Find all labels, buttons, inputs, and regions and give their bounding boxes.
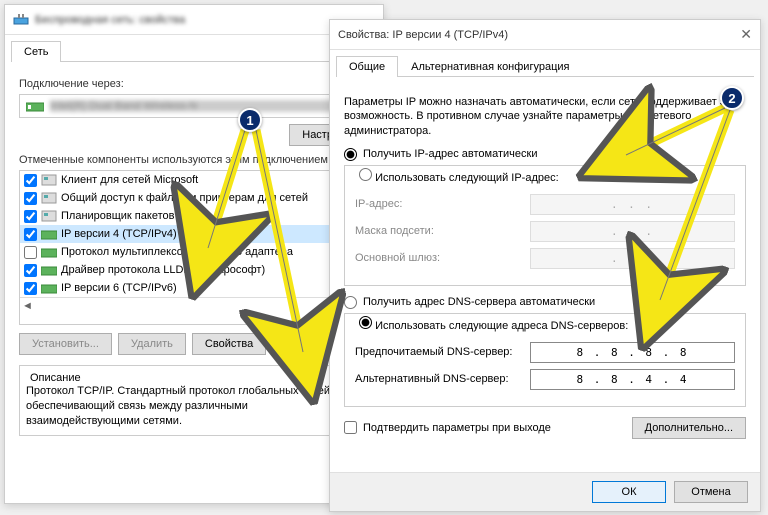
- description-box: Описание Протокол TCP/IP. Стандартный пр…: [19, 365, 369, 436]
- list-item[interactable]: Протокол мультиплексора сетевого адаптер…: [20, 243, 368, 261]
- preferred-dns-label: Предпочитаемый DNS-сервер:: [355, 346, 530, 358]
- gateway-label: Основной шлюз:: [355, 252, 530, 264]
- properties-button[interactable]: Свойства: [192, 333, 266, 355]
- radio-label: Получить IP-адрес автоматически: [363, 148, 537, 160]
- checkbox[interactable]: [24, 228, 37, 241]
- item-label: Общий доступ к файлам и принтерам для се…: [61, 192, 308, 204]
- validate-checkbox[interactable]: [344, 421, 357, 434]
- tabs: Общие Альтернативная конфигурация: [336, 56, 754, 77]
- manual-ip-group: Использовать следующий IP-адрес: IP-адре…: [344, 165, 746, 286]
- annotation-badge-1: 1: [238, 108, 262, 132]
- install-button[interactable]: Установить...: [19, 333, 112, 355]
- checkbox[interactable]: [24, 174, 37, 187]
- tab-alternative[interactable]: Альтернативная конфигурация: [398, 56, 582, 77]
- radio-label: Получить адрес DNS-сервера автоматически: [363, 296, 595, 308]
- close-icon[interactable]: ✕: [740, 26, 752, 43]
- connect-via-label: Подключение через:: [19, 78, 369, 90]
- network-adapter-icon: [26, 99, 44, 113]
- ip-address-input: . . .: [530, 194, 735, 215]
- components-listbox[interactable]: Клиент для сетей Microsoft Общий доступ …: [19, 170, 369, 325]
- item-label: Клиент для сетей Microsoft: [61, 174, 198, 186]
- radio-manual-ip[interactable]: Использовать следующий IP-адрес:: [355, 168, 563, 184]
- item-label: Планировщик пакетов QoS: [61, 210, 200, 222]
- titlebar: Беспроводная сеть: свойства: [5, 5, 383, 35]
- description-title: Описание: [26, 372, 85, 384]
- radio[interactable]: [344, 296, 357, 309]
- gateway-input: . . .: [530, 248, 735, 269]
- radio-manual-dns[interactable]: Использовать следующие адреса DNS-сервер…: [355, 316, 632, 332]
- checkbox[interactable]: [24, 210, 37, 223]
- window-title: Свойства: IP версии 4 (TCP/IPv4): [338, 29, 508, 41]
- adapter-name: Intel(R) Dual Band Wireless-N: [50, 100, 362, 112]
- list-item[interactable]: Планировщик пакетов QoS: [20, 207, 368, 225]
- cancel-button[interactable]: Отмена: [674, 481, 748, 503]
- subnet-mask-label: Маска подсети:: [355, 225, 530, 237]
- window-title: Беспроводная сеть: свойства: [35, 14, 185, 26]
- radio-auto-dns[interactable]: Получить адрес DNS-сервера автоматически: [344, 296, 746, 309]
- list-item[interactable]: IP версии 6 (TCP/IPv6): [20, 279, 368, 297]
- item-label: Драйвер протокола LLDP (Майкрософт): [61, 264, 265, 276]
- checkbox[interactable]: [24, 246, 37, 259]
- service-icon: [41, 173, 57, 187]
- network-properties-window: Беспроводная сеть: свойства Сеть Подключ…: [4, 4, 384, 504]
- advanced-button[interactable]: Дополнительно...: [632, 417, 746, 439]
- adapter-box: Intel(R) Dual Band Wireless-N: [19, 94, 369, 118]
- list-item-ipv4[interactable]: IP версии 4 (TCP/IPv4): [20, 225, 368, 243]
- uninstall-button[interactable]: Удалить: [118, 333, 186, 355]
- components-label: Отмеченные компоненты используются этим …: [19, 154, 369, 166]
- checkbox[interactable]: [24, 264, 37, 277]
- ok-button[interactable]: ОК: [592, 481, 666, 503]
- radio-label: Использовать следующий IP-адрес:: [375, 172, 559, 184]
- radio[interactable]: [359, 168, 372, 181]
- item-label: Протокол мультиплексора сетевого адаптер…: [61, 246, 293, 258]
- manual-dns-group: Использовать следующие адреса DNS-сервер…: [344, 313, 746, 407]
- protocol-icon: [41, 263, 57, 277]
- ipv4-properties-window: Свойства: IP версии 4 (TCP/IPv4) ✕ Общие…: [329, 19, 761, 512]
- description-text: Протокол TCP/IP. Стандартный протокол гл…: [26, 384, 362, 429]
- service-icon: [41, 191, 57, 205]
- validate-label: Подтвердить параметры при выходе: [363, 422, 551, 434]
- radio[interactable]: [344, 148, 357, 161]
- ip-address-label: IP-адрес:: [355, 198, 530, 210]
- scroll-left-icon[interactable]: ◄: [22, 300, 33, 312]
- tab-network[interactable]: Сеть: [11, 41, 61, 62]
- window-body: Параметры IP можно назначать автоматичес…: [330, 77, 760, 489]
- service-icon: [41, 209, 57, 223]
- tab-general[interactable]: Общие: [336, 56, 398, 77]
- annotation-badge-2: 2: [720, 86, 744, 110]
- item-label: IP версии 6 (TCP/IPv6): [61, 282, 177, 294]
- radio-auto-ip[interactable]: Получить IP-адрес автоматически: [344, 148, 746, 161]
- protocol-icon: [41, 245, 57, 259]
- adapter-icon: [13, 12, 29, 28]
- alternate-dns-input[interactable]: 8 . 8 . 4 . 4: [530, 369, 735, 390]
- info-text: Параметры IP можно назначать автоматичес…: [344, 95, 746, 138]
- horizontal-scrollbar[interactable]: ◄►: [20, 297, 368, 313]
- titlebar: Свойства: IP версии 4 (TCP/IPv4) ✕: [330, 20, 760, 50]
- window-body: Подключение через: Intel(R) Dual Band Wi…: [5, 62, 383, 446]
- alternate-dns-label: Альтернативный DNS-сервер:: [355, 373, 530, 385]
- list-item[interactable]: Клиент для сетей Microsoft: [20, 171, 368, 189]
- checkbox[interactable]: [24, 192, 37, 205]
- tabs: Сеть: [11, 41, 377, 62]
- preferred-dns-input[interactable]: 8 . 8 . 8 . 8: [530, 342, 735, 363]
- dialog-buttons: ОК Отмена: [330, 472, 760, 511]
- radio-label: Использовать следующие адреса DNS-сервер…: [375, 320, 628, 332]
- radio[interactable]: [359, 316, 372, 329]
- protocol-icon: [41, 227, 57, 241]
- list-item[interactable]: Драйвер протокола LLDP (Майкрософт): [20, 261, 368, 279]
- item-label: IP версии 4 (TCP/IPv4): [61, 228, 177, 240]
- protocol-icon: [41, 281, 57, 295]
- checkbox[interactable]: [24, 282, 37, 295]
- subnet-mask-input: . . .: [530, 221, 735, 242]
- list-item[interactable]: Общий доступ к файлам и принтерам для се…: [20, 189, 368, 207]
